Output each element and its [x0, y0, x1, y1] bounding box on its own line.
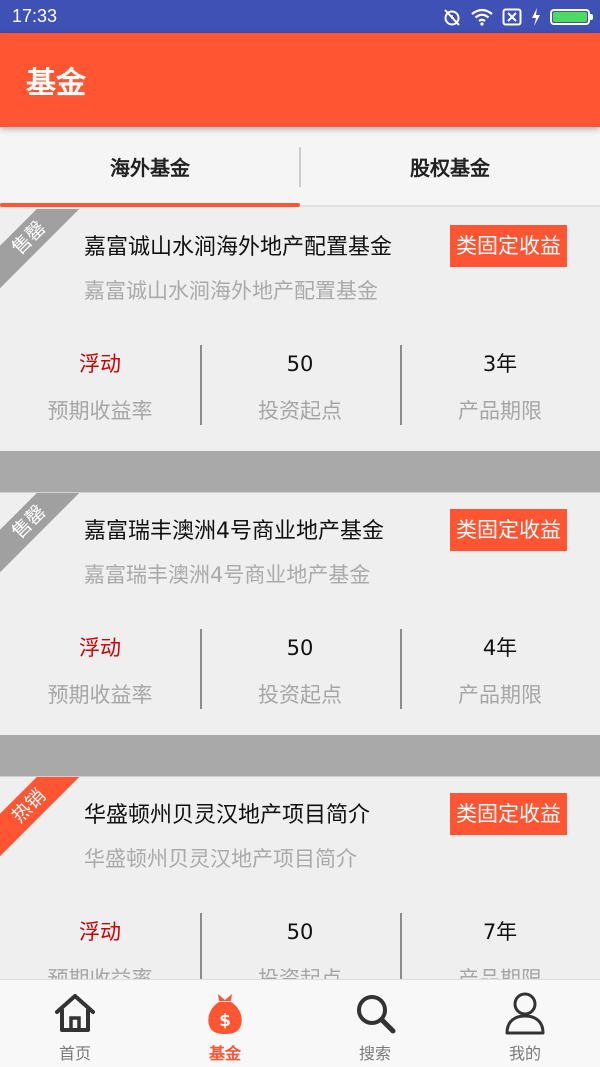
tab-label: 股权基金: [410, 155, 490, 180]
stat-expected-return: 浮动 预期收益率: [0, 629, 200, 709]
stat-min-investment: 50 投资起点: [200, 345, 400, 425]
battery-level: [553, 11, 587, 22]
stat-value: 3年: [482, 352, 518, 376]
nav-label: 我的: [508, 1044, 541, 1063]
stat-label: 投资起点: [258, 399, 342, 423]
nav-funds[interactable]: $ 基金: [150, 980, 300, 1067]
stat-label: 投资起点: [258, 967, 342, 979]
user-icon: [502, 990, 548, 1036]
nav-label: 基金: [208, 1044, 241, 1063]
fund-type-badge: 类固定收益: [450, 793, 567, 835]
fund-stats: 浮动 预期收益率 50 投资起点 7年 产品期限: [0, 913, 600, 979]
status-time: 17:33: [12, 6, 58, 26]
stat-expected-return: 浮动 预期收益率: [0, 913, 200, 979]
fund-stats: 浮动 预期收益率 50 投资起点 4年 产品期限: [0, 629, 600, 709]
charging-icon: [532, 7, 540, 26]
nav-label: 首页: [58, 1044, 91, 1063]
card-separator: [0, 451, 600, 493]
battery-icon: [550, 8, 593, 25]
stat-expected-return: 浮动 预期收益率: [0, 345, 200, 425]
fund-subtitle: 嘉富诚山水涧海外地产配置基金: [84, 279, 378, 303]
app-bar: 基金: [0, 33, 600, 127]
fund-name: 华盛顿州贝灵汉地产项目简介: [84, 803, 371, 828]
wifi-icon: [471, 8, 493, 26]
alarm-off-icon: [444, 8, 460, 26]
stat-label: 产品期限: [458, 399, 542, 423]
nav-search[interactable]: 搜索: [300, 980, 450, 1067]
sim-off-icon: [502, 8, 522, 25]
fund-subtitle: 华盛顿州贝灵汉地产项目简介: [84, 847, 357, 871]
stat-value: 50: [286, 920, 314, 944]
stat-label: 产品期限: [458, 967, 542, 979]
stat-min-investment: 50 投资起点: [200, 913, 400, 979]
stat-min-investment: 50 投资起点: [200, 629, 400, 709]
fund-type-badge: 类固定收益: [450, 509, 567, 551]
svg-text:$: $: [219, 1011, 231, 1031]
stat-value: 50: [286, 352, 314, 376]
fund-card[interactable]: 售罄 嘉富瑞丰澳洲4号商业地产基金 嘉富瑞丰澳洲4号商业地产基金 类固定收益 浮…: [0, 493, 600, 735]
nav-home[interactable]: 首页: [0, 980, 150, 1067]
money-bag-icon: $: [202, 990, 248, 1036]
stat-value: 4年: [482, 636, 518, 660]
page-title: 基金: [26, 66, 86, 101]
fund-type-badge: 类固定收益: [450, 225, 567, 267]
fund-card[interactable]: 售罄 嘉富诚山水涧海外地产配置基金 嘉富诚山水涧海外地产配置基金 类固定收益 浮…: [0, 209, 600, 451]
tab-overseas-funds[interactable]: 海外基金: [0, 127, 300, 207]
card-separator: [0, 735, 600, 777]
fund-card[interactable]: 热销 华盛顿州贝灵汉地产项目简介 华盛顿州贝灵汉地产项目简介 类固定收益 浮动 …: [0, 777, 600, 979]
tab-bar: 海外基金 股权基金: [0, 127, 600, 207]
home-icon: [52, 990, 98, 1036]
stat-value: 浮动: [79, 352, 121, 376]
stat-label: 产品期限: [458, 683, 542, 707]
tab-equity-funds[interactable]: 股权基金: [300, 127, 600, 205]
stat-value: 7年: [482, 920, 518, 944]
bottom-nav: 首页 $ 基金 搜索 我的: [0, 979, 600, 1067]
active-tab-indicator: [0, 203, 300, 207]
stat-label: 预期收益率: [47, 399, 153, 423]
tab-divider: [299, 147, 301, 187]
search-icon: [352, 990, 398, 1036]
stat-term: 3年 产品期限: [400, 345, 600, 425]
fund-name: 嘉富诚山水涧海外地产配置基金: [84, 235, 393, 260]
stat-value: 浮动: [79, 920, 121, 944]
status-bar: 17:33: [0, 0, 600, 33]
stat-label: 投资起点: [258, 683, 342, 707]
status-icons: [442, 7, 593, 27]
fund-name: 嘉富瑞丰澳洲4号商业地产基金: [84, 519, 384, 544]
stat-value: 50: [286, 636, 314, 660]
tab-label: 海外基金: [110, 155, 190, 180]
stat-value: 浮动: [79, 636, 121, 660]
sold-out-ribbon: 售罄: [0, 209, 86, 295]
nav-label: 搜索: [358, 1044, 391, 1063]
fund-stats: 浮动 预期收益率 50 投资起点 3年 产品期限: [0, 345, 600, 425]
fund-subtitle: 嘉富瑞丰澳洲4号商业地产基金: [84, 563, 371, 587]
sold-out-ribbon: 售罄: [0, 493, 86, 579]
hot-sale-ribbon: 热销: [0, 777, 86, 863]
fund-list[interactable]: 售罄 嘉富诚山水涧海外地产配置基金 嘉富诚山水涧海外地产配置基金 类固定收益 浮…: [0, 209, 600, 979]
stat-label: 预期收益率: [47, 683, 153, 707]
stat-term: 7年 产品期限: [400, 913, 600, 979]
stat-term: 4年 产品期限: [400, 629, 600, 709]
stat-label: 预期收益率: [47, 967, 153, 979]
nav-profile[interactable]: 我的: [450, 980, 600, 1067]
